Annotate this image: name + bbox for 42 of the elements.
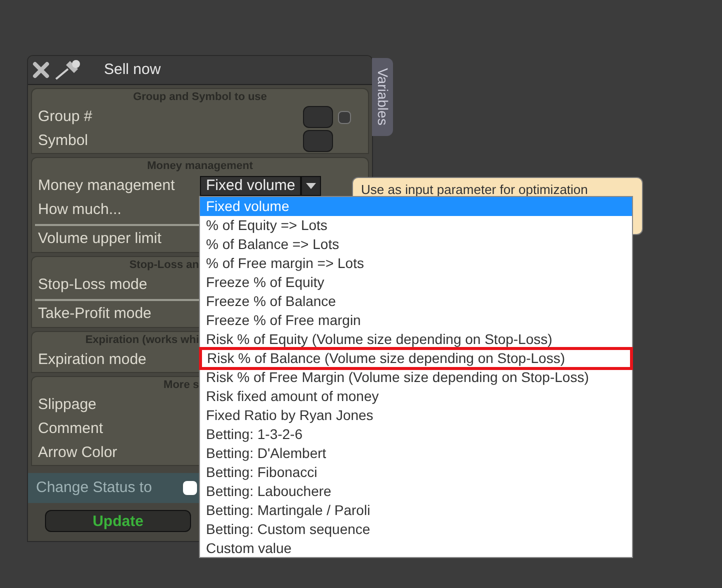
caret-icon [306, 183, 316, 189]
dropdown-option[interactable]: Betting: Fibonacci [200, 463, 632, 482]
dropdown-option[interactable]: Risk % of Equity (Volume size depending on Stop-Loss) [200, 330, 632, 349]
dropdown-option[interactable]: Fixed Ratio by Ryan Jones [200, 406, 632, 425]
input-field[interactable] [303, 130, 333, 152]
field-label: Change Status to [36, 478, 153, 498]
field-label: Arrow Color [37, 442, 118, 463]
dropdown-option[interactable]: Risk % of Balance (Volume size depending on Stop-Loss) [201, 349, 631, 368]
field-label: Volume upper limit [37, 228, 162, 249]
dropdown-option[interactable]: Freeze % of Balance [200, 292, 632, 311]
dropdown-option[interactable]: Custom value [200, 539, 632, 558]
dropdown-option[interactable]: Betting: 1-3-2-6 [200, 425, 632, 444]
dropdown-option[interactable]: Betting: Martingale / Paroli [200, 501, 632, 520]
dropdown-option[interactable]: Freeze % of Equity [200, 273, 632, 292]
window-title: Sell now [104, 60, 161, 80]
variables-tab[interactable]: Variables [372, 58, 393, 136]
close-icon[interactable] [32, 61, 50, 79]
dropdown-option[interactable]: Risk % of Free Margin (Volume size depending on Stop-Loss) [200, 368, 632, 387]
dropdown-option[interactable]: Freeze % of Free margin [200, 311, 632, 330]
checkbox[interactable] [183, 481, 197, 495]
field-label: Take-Profit mode [37, 304, 152, 324]
dropdown-option[interactable]: Betting: D'Alembert [200, 444, 632, 463]
field-label: Symbol [37, 130, 90, 151]
dropdown-option[interactable]: Betting: Labouchere [200, 482, 632, 501]
select-field[interactable]: Fixed volume [200, 176, 302, 196]
field-label: Expiration mode [37, 350, 148, 370]
field-label: Comment [37, 418, 104, 439]
field-label: Money management [37, 176, 176, 196]
checkbox[interactable] [338, 110, 351, 124]
field-label: Slippage [37, 394, 98, 415]
dropdown-option[interactable]: Betting: Custom sequence [200, 520, 632, 539]
input-field[interactable] [303, 106, 333, 128]
dropdown-option[interactable]: % of Balance => Lots [200, 235, 632, 254]
field-label: Group # [37, 106, 94, 127]
tooltip-text: Use as input parameter for optimization [361, 182, 588, 197]
dropdown-option[interactable]: % of Equity => Lots [200, 216, 632, 235]
field-label: Stop-Loss mode [37, 274, 148, 295]
update-button[interactable]: Update [45, 510, 191, 532]
dropdown-option[interactable]: Risk fixed amount of money [200, 387, 632, 406]
dropdown-option[interactable]: % of Free margin => Lots [200, 254, 632, 273]
field-label: How much... [37, 200, 122, 220]
dropdown-button[interactable] [301, 176, 322, 196]
